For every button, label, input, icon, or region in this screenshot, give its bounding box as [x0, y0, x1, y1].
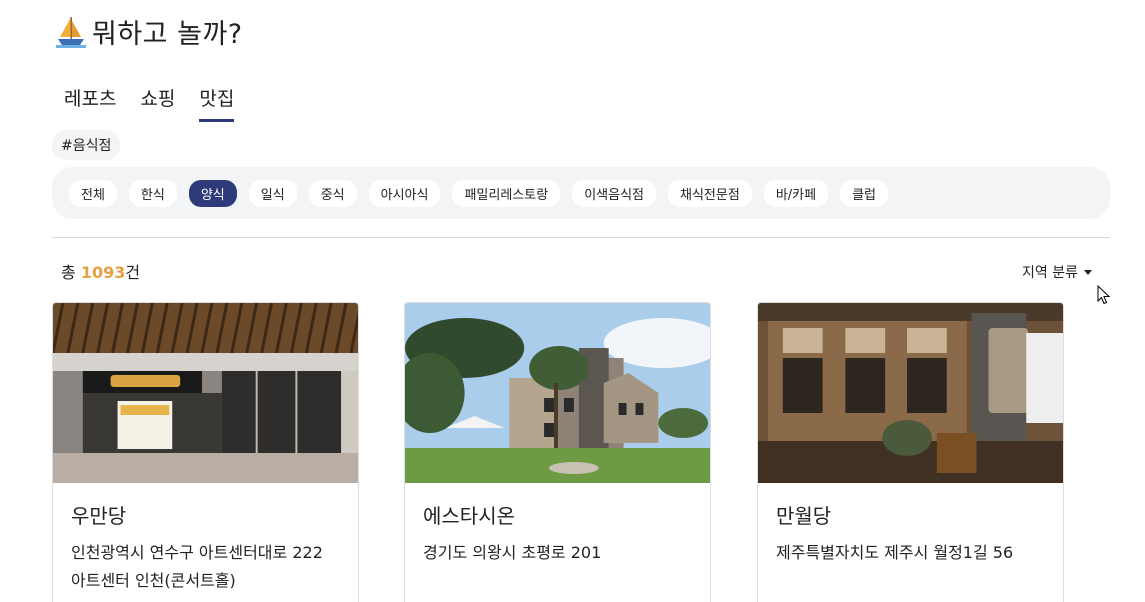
filter-chip-japanese[interactable]: 일식	[248, 179, 297, 207]
filter-chip-western[interactable]: 양식	[188, 179, 237, 207]
site-header: 뭐하고 놀까?	[56, 12, 243, 51]
filter-chip-bar-cafe[interactable]: 바/카페	[763, 179, 829, 207]
filter-chip-chinese[interactable]: 중식	[308, 179, 357, 207]
tab-leports[interactable]: 레포츠	[64, 84, 116, 122]
restaurant-card[interactable]: 만월당 제주특별자치도 제주시 월정1길 56	[757, 302, 1064, 602]
filter-chip-club[interactable]: 클럽	[840, 179, 888, 207]
category-tag: #음식점	[52, 130, 121, 160]
mouse-pointer-icon	[1097, 285, 1111, 305]
card-address: 경기도 의왕시 초평로 201	[423, 543, 602, 562]
filter-bar: 전체 한식 양식 일식 중식 아시아식 패밀리레스토랑 이색음식점 채식전문점 …	[52, 167, 1110, 219]
site-title: 뭐하고 놀까?	[92, 19, 243, 50]
restaurant-photo	[758, 303, 1063, 483]
result-count: 총 1093건	[61, 259, 140, 283]
result-count-suffix: 건	[125, 263, 141, 282]
card-title: 우만당	[71, 504, 127, 528]
result-count-prefix: 총	[61, 263, 76, 282]
card-address: 인천광역시 연수구 아트센터대로 222 아트센터 인천(콘서트홀)	[71, 543, 323, 590]
filter-chip-unique[interactable]: 이색음식점	[572, 179, 656, 207]
filter-chip-korean[interactable]: 한식	[128, 179, 177, 207]
divider	[52, 237, 1110, 238]
filter-chip-asian[interactable]: 아시아식	[368, 179, 441, 207]
sailboat-icon	[56, 16, 86, 48]
card-title: 에스타시온	[423, 504, 515, 528]
filter-chip-family-restaurant[interactable]: 패밀리레스토랑	[452, 179, 561, 207]
card-address: 제주특별자치도 제주시 월정1길 56	[776, 543, 1014, 562]
tab-restaurants[interactable]: 맛집	[199, 84, 235, 122]
category-tabs: 레포츠 쇼핑 맛집	[64, 84, 235, 122]
result-count-number: 1093	[80, 263, 126, 282]
tab-shopping[interactable]: 쇼핑	[140, 84, 175, 122]
card-title: 만월당	[776, 504, 832, 528]
filter-chip-vegetarian[interactable]: 채식전문점	[668, 179, 752, 207]
region-dropdown-label: 지역 분류	[1022, 265, 1078, 281]
restaurant-photo	[53, 303, 358, 483]
restaurant-card[interactable]: 에스타시온 경기도 의왕시 초평로 201	[404, 302, 711, 602]
restaurant-photo	[405, 303, 710, 483]
caret-down-icon	[1084, 269, 1092, 275]
filter-chip-all[interactable]: 전체	[69, 179, 117, 207]
restaurant-card[interactable]: 우만당 인천광역시 연수구 아트센터대로 222 아트센터 인천(콘서트홀)	[52, 302, 359, 602]
region-dropdown[interactable]: 지역 분류	[1022, 262, 1092, 282]
